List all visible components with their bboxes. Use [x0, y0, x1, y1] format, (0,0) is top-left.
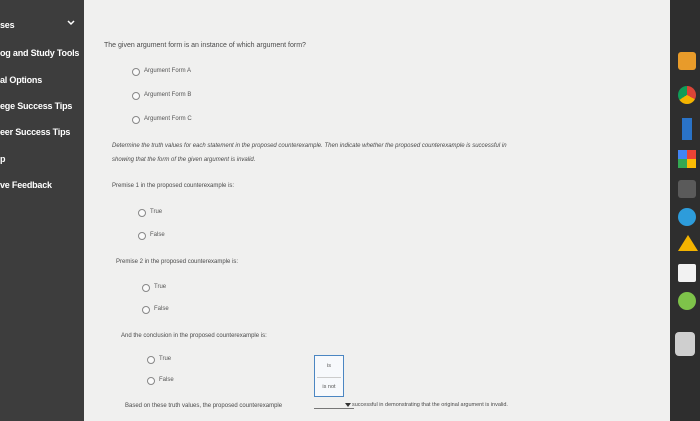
- instructions-line-1: Determine the truth values for each stat…: [112, 143, 507, 149]
- conclusion-false-label[interactable]: False: [159, 377, 174, 383]
- option-b-label[interactable]: Argument Form B: [144, 92, 191, 98]
- final-statement-suffix: successful in demonstrating that the ori…: [352, 402, 508, 408]
- premise-2-true-radio[interactable]: [142, 284, 150, 292]
- sidebar-item-study-tools[interactable]: og and Study Tools: [0, 48, 79, 58]
- instructions-line-2: showing that the form of the given argum…: [112, 157, 256, 163]
- apps-icon[interactable]: [678, 180, 696, 198]
- conclusion-true-label[interactable]: True: [159, 356, 171, 362]
- option-a-radio[interactable]: [132, 68, 140, 76]
- orange-app-icon[interactable]: [678, 52, 696, 70]
- drive-icon[interactable]: [678, 235, 698, 251]
- sidebar-item-courses[interactable]: ses: [0, 20, 15, 30]
- dropdown-arrow-icon[interactable]: [345, 403, 351, 407]
- conclusion-true-radio[interactable]: [147, 356, 155, 364]
- final-statement-prefix: Based on these truth values, the propose…: [125, 403, 283, 409]
- sidebar-item-options[interactable]: al Options: [0, 75, 42, 85]
- option-c-label[interactable]: Argument Form C: [144, 116, 192, 122]
- chrome-icon[interactable]: [678, 86, 696, 104]
- dropdown-divider: [317, 377, 341, 378]
- sidebar-item-feedback[interactable]: ve Feedback: [0, 180, 52, 190]
- question-text: The given argument form is an instance o…: [104, 42, 306, 49]
- dropdown-option-is-not[interactable]: is not: [315, 384, 343, 390]
- blue-app-icon[interactable]: [682, 118, 692, 140]
- chevron-down-icon[interactable]: [66, 18, 76, 28]
- premise-2-label: Premise 2 in the proposed counterexample…: [116, 259, 239, 265]
- conclusion-false-radio[interactable]: [147, 377, 155, 385]
- docs-icon[interactable]: [678, 264, 696, 282]
- option-c-radio[interactable]: [132, 116, 140, 124]
- green-app-icon[interactable]: [678, 292, 696, 310]
- dropdown-menu[interactable]: is is not: [314, 355, 344, 397]
- conclusion-label: And the conclusion in the proposed count…: [121, 333, 267, 339]
- sidebar-item-career-success-tips[interactable]: eer Success Tips: [0, 127, 70, 137]
- premise-2-true-label[interactable]: True: [154, 284, 166, 290]
- premise-2-false-radio[interactable]: [142, 306, 150, 314]
- option-b-radio[interactable]: [132, 92, 140, 100]
- sidebar-item-college-success-tips[interactable]: ege Success Tips: [0, 101, 72, 111]
- question-panel: The given argument form is an instance o…: [84, 0, 670, 421]
- premise-1-true-label[interactable]: True: [150, 209, 162, 215]
- answer-select[interactable]: [314, 408, 354, 409]
- right-shelf: [670, 0, 700, 421]
- system-icon[interactable]: [675, 332, 695, 356]
- premise-1-true-radio[interactable]: [138, 209, 146, 217]
- dropdown-option-is[interactable]: is: [315, 363, 343, 369]
- option-a-label[interactable]: Argument Form A: [144, 68, 191, 74]
- sidebar: ses og and Study Tools al Options ege Su…: [0, 0, 84, 421]
- google-photos-icon[interactable]: [678, 150, 696, 168]
- blue-circle-icon[interactable]: [678, 208, 696, 226]
- premise-2-false-label[interactable]: False: [154, 306, 169, 312]
- premise-1-label: Premise 1 in the proposed counterexample…: [112, 183, 235, 189]
- premise-1-false-label[interactable]: False: [150, 232, 165, 238]
- sidebar-item-help[interactable]: p: [0, 154, 6, 164]
- premise-1-false-radio[interactable]: [138, 232, 146, 240]
